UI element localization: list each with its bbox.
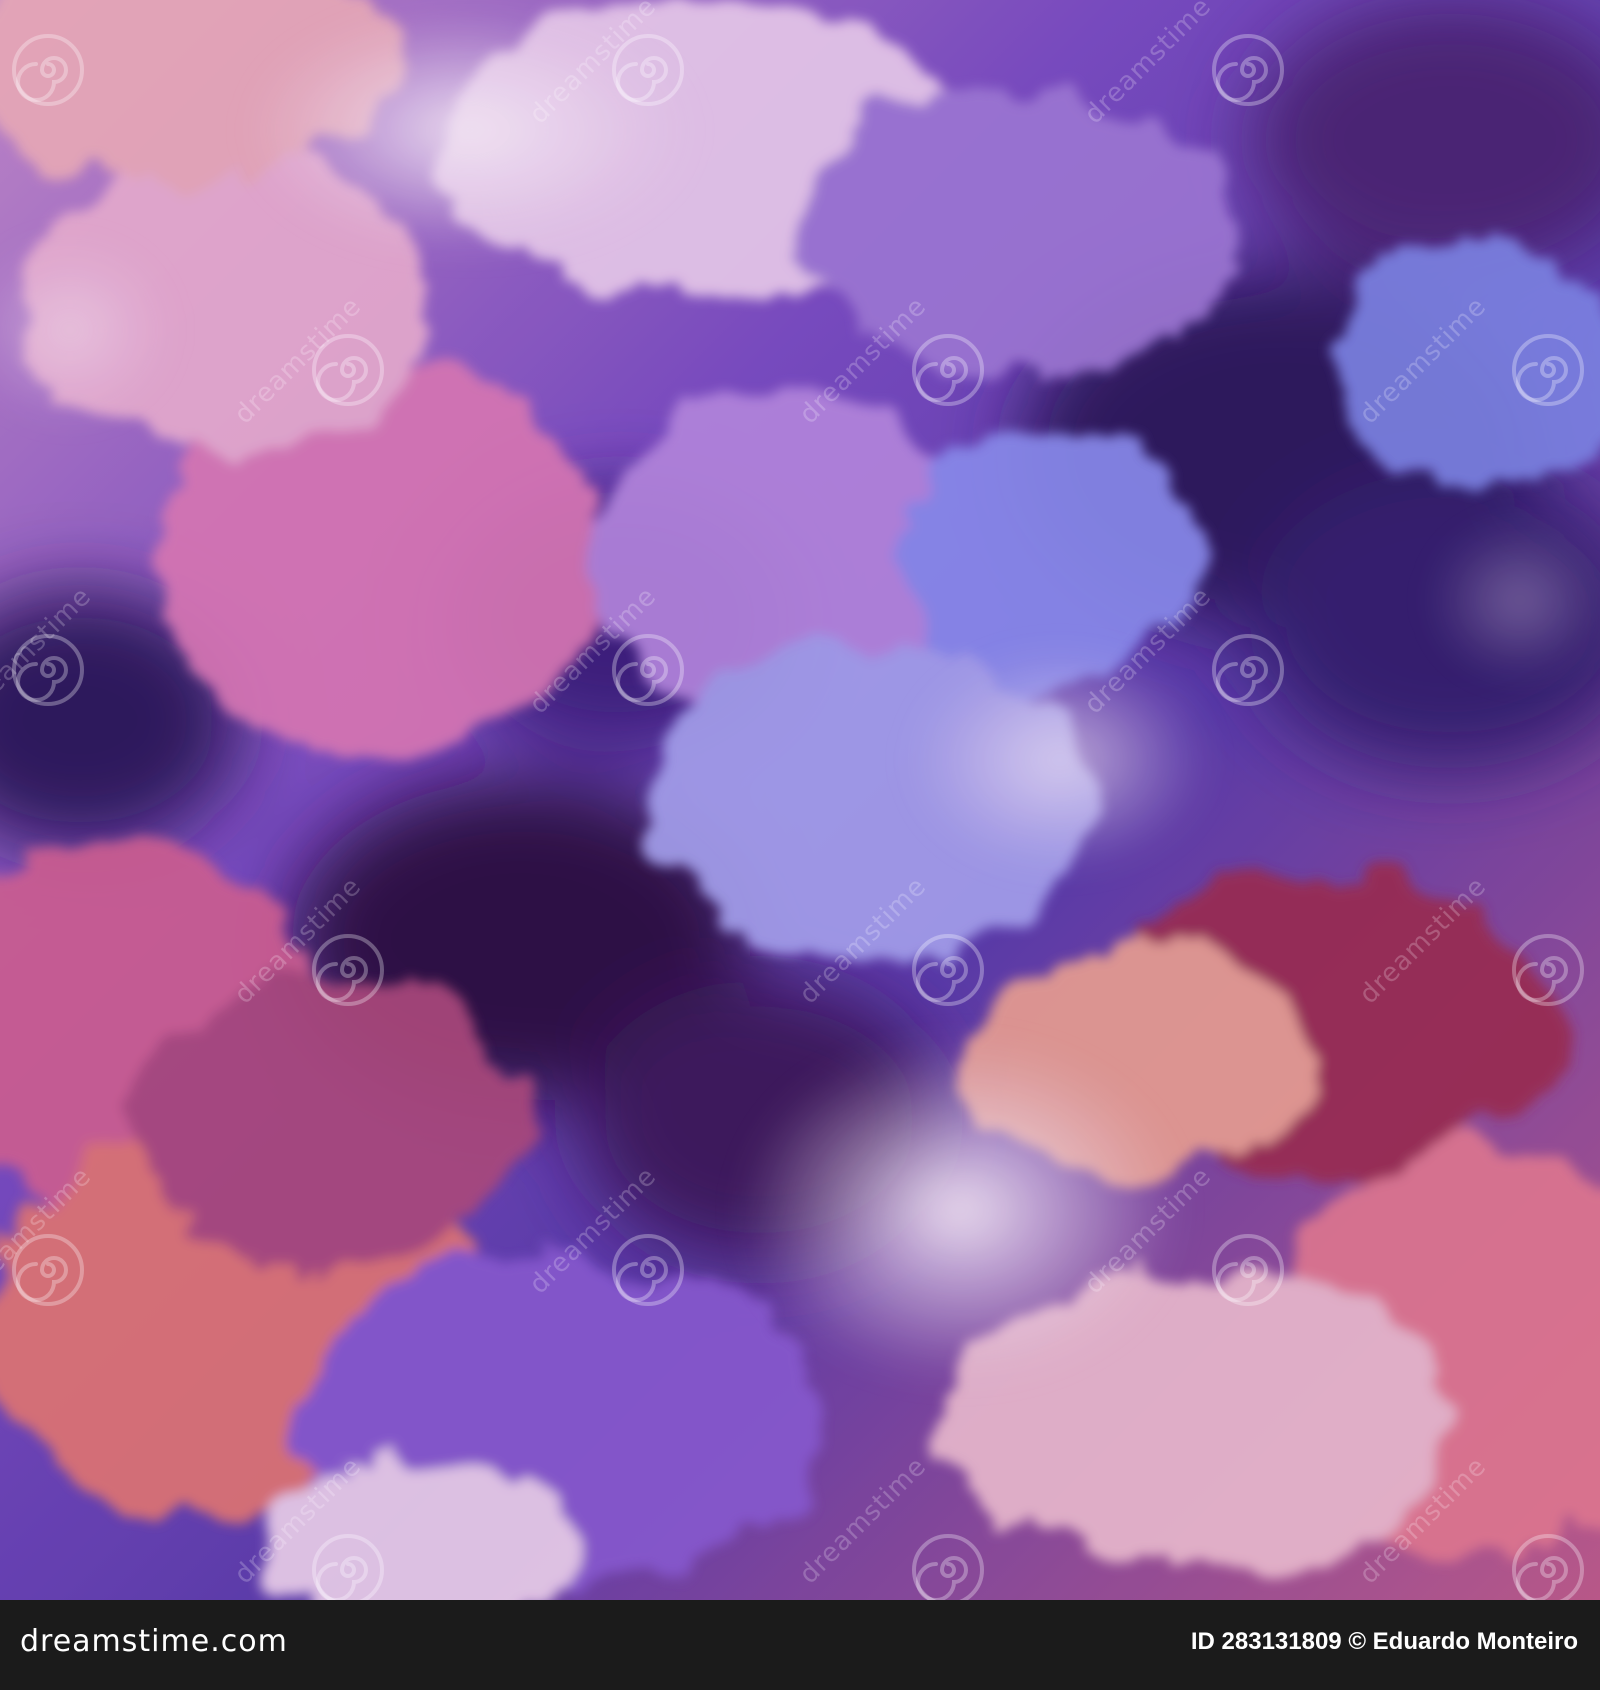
image-credit: ID 283131809 © Eduardo Monteiro (1190, 1628, 1578, 1655)
cloudscape-artwork (0, 0, 1600, 1600)
brand-text[interactable]: dreamstime.com (20, 1624, 288, 1659)
footer-bar: dreamstime.com ID 283131809 © Eduardo Mo… (0, 1600, 1600, 1690)
stock-image-page: dreamstime dreamstime dreamstime dreamstime… (0, 0, 1600, 1690)
cloudscape-painting (0, 0, 1600, 1600)
